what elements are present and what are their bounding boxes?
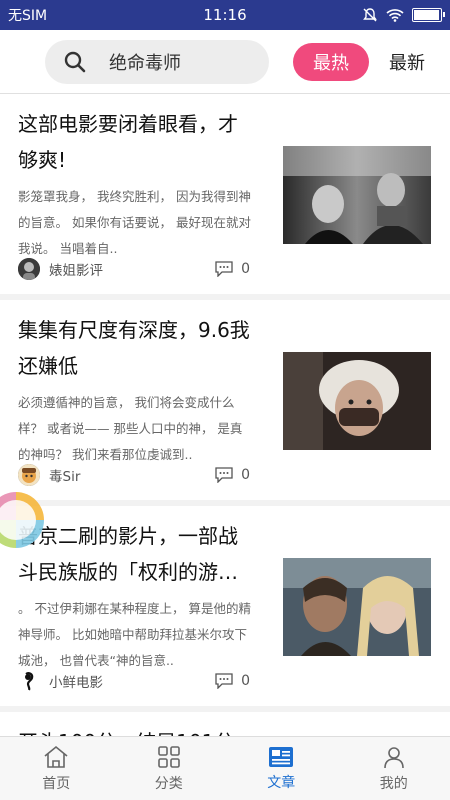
article-title: 普京二刷的影片，一部战斗民族版的「权利的游… — [18, 524, 238, 584]
search-bar[interactable]: 绝命毒师 — [45, 39, 269, 84]
comment-count[interactable]: 0 — [215, 467, 250, 483]
top-bar: 绝命毒师 最热 最新 — [0, 30, 450, 94]
nav-articles-label: 文章 — [267, 774, 296, 791]
article-thumbnail[interactable] — [283, 146, 431, 244]
tab-hottest[interactable]: 最热 — [293, 42, 369, 81]
article-meta: 毒Sir 0 — [18, 464, 250, 486]
nav-profile[interactable]: 我的 — [338, 737, 450, 800]
article-meta: 小鲜电影 0 — [18, 670, 250, 692]
clock: 11:16 — [203, 6, 247, 24]
bottom-navigation: 首页 分类 文章 我的 — [0, 736, 450, 800]
status-icons — [362, 7, 445, 23]
comment-count[interactable]: 0 — [215, 261, 250, 277]
grid-icon — [157, 745, 180, 768]
comment-count-value: 0 — [241, 673, 250, 689]
status-bar: 无SIM 11:16 — [0, 0, 450, 30]
comment-count-value: 0 — [241, 467, 250, 483]
mute-icon — [363, 8, 377, 22]
profile-icon — [383, 746, 404, 768]
author-name: 婊姐影评 — [49, 263, 103, 279]
wifi-icon — [386, 9, 404, 22]
avatar — [18, 464, 40, 486]
avatar — [18, 670, 40, 692]
nav-category-label: 分类 — [154, 775, 183, 792]
nav-category[interactable]: 分类 — [113, 737, 226, 800]
nav-home-label: 首页 — [42, 775, 71, 792]
carrier-label: 无SIM — [8, 8, 48, 24]
article-feed: 这部电影要闭着眼看，才够爽! 影笼罩我身， 我终究胜利， 因为我得到神的旨意。 … — [0, 94, 450, 736]
avatar — [18, 258, 40, 280]
article-card[interactable]: 开头100分，结局101分 — [0, 712, 450, 736]
article-title: 集集有尺度有深度，9.6我还嫌低 — [18, 318, 250, 378]
article-thumbnail[interactable] — [283, 352, 431, 450]
article-title: 这部电影要闭着眼看，才够爽! — [18, 112, 238, 172]
nav-articles[interactable]: 文章 — [225, 737, 338, 800]
nav-profile-label: 我的 — [379, 775, 408, 792]
article-icon — [269, 746, 294, 767]
article-card[interactable]: 集集有尺度有深度，9.6我还嫌低 必须遵循神的旨意， 我们将会变成什么样？ 或者… — [0, 300, 450, 500]
article-card[interactable]: 普京二刷的影片，一部战斗民族版的「权利的游… 。 不过伊莉娜在某种程度上， 算是… — [0, 506, 450, 706]
battery-icon — [412, 8, 445, 22]
article-thumbnail[interactable] — [283, 558, 431, 656]
tab-newest[interactable]: 最新 — [389, 49, 425, 75]
article-summary: 影笼罩我身， 我终究胜利， 因为我得到神的旨意。 如果你有话要说， 最好现在就对… — [18, 189, 251, 256]
comment-icon — [215, 261, 233, 277]
nav-home[interactable]: 首页 — [0, 737, 113, 800]
comment-count-value: 0 — [241, 261, 250, 277]
article-meta: 婊姐影评 0 — [18, 258, 250, 280]
article-title: 开头100分，结局101分 — [18, 724, 254, 736]
search-icon — [64, 51, 86, 72]
search-query: 绝命毒师 — [109, 52, 181, 74]
article-card[interactable]: 这部电影要闭着眼看，才够爽! 影笼罩我身， 我终究胜利， 因为我得到神的旨意。 … — [0, 94, 450, 294]
article-summary: 必须遵循神的旨意， 我们将会变成什么样？ 或者说—— 那些人口中的神， 是真的神… — [18, 395, 243, 462]
comment-icon — [215, 673, 233, 689]
comment-count[interactable]: 0 — [215, 673, 250, 689]
home-icon — [44, 745, 68, 768]
author-name: 毒Sir — [49, 469, 81, 485]
article-summary: 。 不过伊莉娜在某种程度上， 算是他的精神导师。 比如她暗中帮助拜拉基米尔攻下城… — [18, 601, 251, 668]
comment-icon — [215, 467, 233, 483]
author-name: 小鲜电影 — [49, 675, 103, 691]
